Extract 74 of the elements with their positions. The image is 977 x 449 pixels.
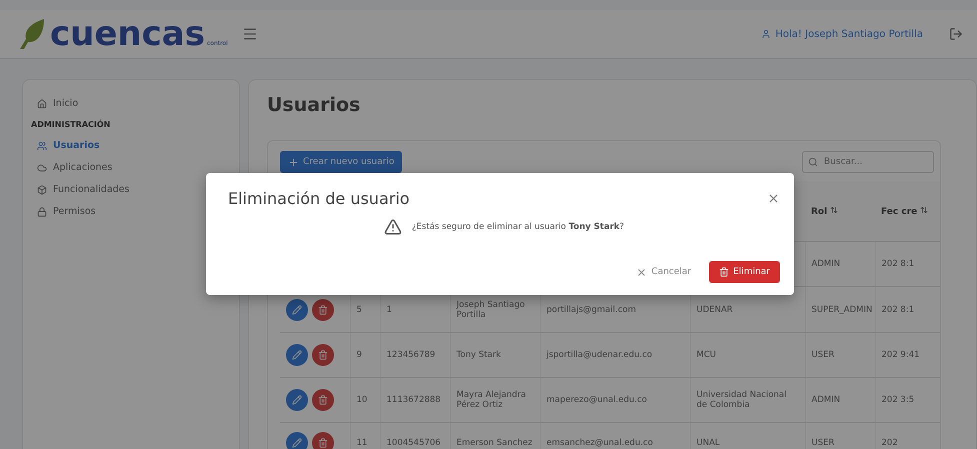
cube-icon [37,184,47,194]
role-cell: ADMIN [805,242,875,286]
id-cell: 10 [350,378,380,422]
email-cell: emsanchez@unal.edu.co [540,422,690,449]
dialog-title: Eliminación de usuario [228,189,410,208]
search-field[interactable]: Buscar... [802,151,934,173]
logout-icon[interactable] [949,27,963,41]
name-cell: Emerson Sanchez [450,422,540,449]
delete-confirm-button[interactable]: Eliminar [709,261,780,283]
delete-button[interactable] [312,344,334,366]
warning-icon [384,218,402,236]
menu-icon[interactable] [242,26,258,42]
trash-icon [318,350,328,360]
edit-button[interactable] [286,298,308,320]
institution-cell: Universidad Nacional de Colombia [690,378,805,422]
document-cell: 1004545706 [380,422,450,449]
document-cell: 123456789 [380,332,450,378]
edit-button[interactable] [286,389,308,411]
user-icon [761,29,772,39]
sidebar-item[interactable]: Permisos [31,206,231,217]
date-cell: 202 9:41 [875,332,940,378]
id-cell: 9 [350,332,380,378]
email-cell: maperezo@unal.edu.co [540,378,690,422]
name-cell: Mayra Alejandra Pérez Ortiz [450,378,540,422]
id-cell: 11 [350,422,380,449]
sidebar-item[interactable]: Usuarios [31,140,231,151]
institution-cell: UNAL [690,422,805,449]
email-cell: jsportilla@udenar.edu.co [540,332,690,378]
create-user-button[interactable]: Crear nuevo usuario [280,151,402,173]
close-button[interactable] [767,192,780,205]
cloud-icon [37,162,47,172]
logo-text: cuencas [50,17,205,51]
user-greeting[interactable]: Hola! Joseph Santiago Portilla [761,28,923,40]
date-cell: 202 [875,422,940,449]
document-cell: 1113672888 [380,378,450,422]
pencil-icon [292,304,302,314]
edit-button[interactable] [286,432,308,449]
plus-icon [288,156,299,168]
cancel-button[interactable]: Cancelar [630,261,698,283]
sidebar-item[interactable]: Aplicaciones [31,162,231,173]
role-cell: SUPER_ADMIN [805,286,875,332]
pencil-icon [292,395,302,405]
delete-button[interactable] [312,298,334,320]
date-cell: 202 3:5 [875,378,940,422]
role-cell: ADMIN [805,378,875,422]
delete-button[interactable] [312,432,334,449]
lock-icon [37,206,47,216]
column-header[interactable]: Rol [811,206,828,216]
sort-icon[interactable] [920,206,928,214]
institution-cell: MCU [690,332,805,378]
column-header[interactable]: Fec cre [881,206,918,216]
search-icon [808,157,818,167]
date-cell: 202 8:1 [875,242,940,286]
role-cell: USER [805,332,875,378]
home-icon [37,98,47,108]
name-cell: Tony Stark [450,332,540,378]
page-title: Usuarios [267,94,362,116]
trash-icon [719,267,730,277]
date-cell: 202 8:1 [875,286,940,332]
edit-button[interactable] [286,344,308,366]
delete-button[interactable] [312,389,334,411]
confirm-message: ¿Estás seguro de eliminar al usuario Tony Stark? [412,222,624,232]
trash-icon [318,304,328,314]
sidebar-item[interactable]: Inicio [31,98,231,109]
users-icon [37,140,47,150]
pencil-icon [292,438,302,448]
role-cell: USER [805,422,875,449]
pencil-icon [292,350,302,360]
x-icon [636,266,648,278]
sort-icon[interactable] [830,206,838,214]
trash-icon [318,438,328,448]
section-heading: ADMINISTRACIÓN [31,120,112,129]
trash-icon [318,395,328,405]
search-input[interactable]: Buscar... [822,156,926,168]
